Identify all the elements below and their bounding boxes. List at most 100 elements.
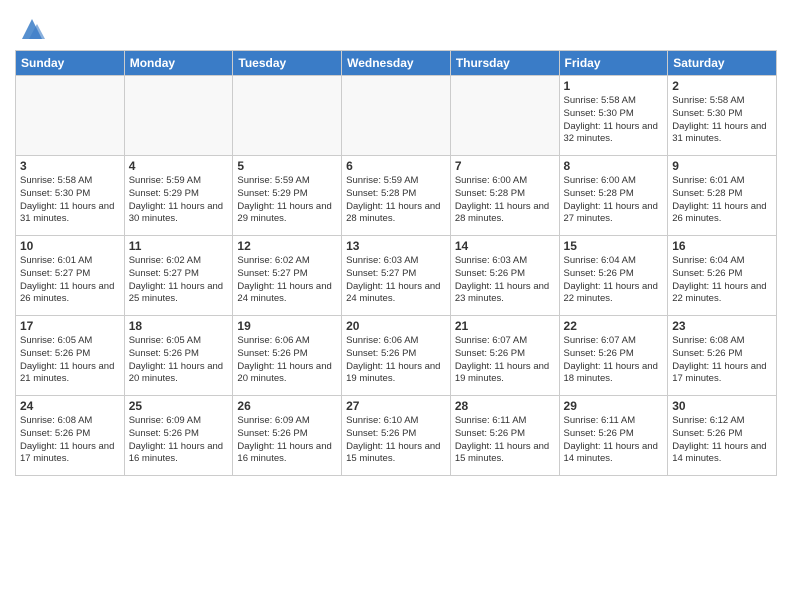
day-info: Sunrise: 6:05 AM Sunset: 5:26 PM Dayligh…	[129, 335, 229, 386]
day-info: Sunrise: 6:11 AM Sunset: 5:26 PM Dayligh…	[564, 415, 664, 466]
day-info: Sunrise: 6:09 AM Sunset: 5:26 PM Dayligh…	[129, 415, 229, 466]
calendar-cell	[16, 76, 125, 156]
calendar-cell: 11 Sunrise: 6:02 AM Sunset: 5:27 PM Dayli…	[124, 236, 233, 316]
day-number: 27	[346, 399, 446, 413]
day-info: Sunrise: 6:06 AM Sunset: 5:26 PM Dayligh…	[346, 335, 446, 386]
day-number: 28	[455, 399, 555, 413]
day-info: Sunrise: 5:59 AM Sunset: 5:29 PM Dayligh…	[129, 175, 229, 226]
day-number: 17	[20, 319, 120, 333]
calendar-cell: 21 Sunrise: 6:07 AM Sunset: 5:26 PM Dayli…	[450, 316, 559, 396]
calendar-cell	[124, 76, 233, 156]
day-info: Sunrise: 6:06 AM Sunset: 5:26 PM Dayligh…	[237, 335, 337, 386]
day-info: Sunrise: 6:08 AM Sunset: 5:26 PM Dayligh…	[672, 335, 772, 386]
calendar-cell: 25 Sunrise: 6:09 AM Sunset: 5:26 PM Dayli…	[124, 396, 233, 476]
calendar-cell: 7 Sunrise: 6:00 AM Sunset: 5:28 PM Daylig…	[450, 156, 559, 236]
calendar-cell: 13 Sunrise: 6:03 AM Sunset: 5:27 PM Dayli…	[342, 236, 451, 316]
calendar-cell: 1 Sunrise: 5:58 AM Sunset: 5:30 PM Daylig…	[559, 76, 668, 156]
calendar-cell: 18 Sunrise: 6:05 AM Sunset: 5:26 PM Dayli…	[124, 316, 233, 396]
day-number: 6	[346, 159, 446, 173]
day-number: 8	[564, 159, 664, 173]
day-number: 9	[672, 159, 772, 173]
calendar-cell: 5 Sunrise: 5:59 AM Sunset: 5:29 PM Daylig…	[233, 156, 342, 236]
calendar-cell: 8 Sunrise: 6:00 AM Sunset: 5:28 PM Daylig…	[559, 156, 668, 236]
day-number: 4	[129, 159, 229, 173]
day-info: Sunrise: 6:02 AM Sunset: 5:27 PM Dayligh…	[237, 255, 337, 306]
calendar-cell: 24 Sunrise: 6:08 AM Sunset: 5:26 PM Dayli…	[16, 396, 125, 476]
day-number: 12	[237, 239, 337, 253]
day-number: 24	[20, 399, 120, 413]
day-info: Sunrise: 6:01 AM Sunset: 5:27 PM Dayligh…	[20, 255, 120, 306]
calendar-cell: 15 Sunrise: 6:04 AM Sunset: 5:26 PM Dayli…	[559, 236, 668, 316]
calendar-cell: 26 Sunrise: 6:09 AM Sunset: 5:26 PM Dayli…	[233, 396, 342, 476]
day-number: 29	[564, 399, 664, 413]
day-number: 21	[455, 319, 555, 333]
day-number: 3	[20, 159, 120, 173]
day-info: Sunrise: 5:59 AM Sunset: 5:28 PM Dayligh…	[346, 175, 446, 226]
day-info: Sunrise: 6:09 AM Sunset: 5:26 PM Dayligh…	[237, 415, 337, 466]
week-row-3: 17 Sunrise: 6:05 AM Sunset: 5:26 PM Dayli…	[16, 316, 777, 396]
weekday-saturday: Saturday	[668, 51, 777, 76]
day-number: 2	[672, 79, 772, 93]
day-number: 25	[129, 399, 229, 413]
day-info: Sunrise: 6:10 AM Sunset: 5:26 PM Dayligh…	[346, 415, 446, 466]
calendar-cell	[233, 76, 342, 156]
day-info: Sunrise: 6:07 AM Sunset: 5:26 PM Dayligh…	[564, 335, 664, 386]
page: SundayMondayTuesdayWednesdayThursdayFrid…	[0, 0, 792, 612]
day-info: Sunrise: 6:00 AM Sunset: 5:28 PM Dayligh…	[455, 175, 555, 226]
weekday-header-row: SundayMondayTuesdayWednesdayThursdayFrid…	[16, 51, 777, 76]
week-row-1: 3 Sunrise: 5:58 AM Sunset: 5:30 PM Daylig…	[16, 156, 777, 236]
weekday-thursday: Thursday	[450, 51, 559, 76]
week-row-4: 24 Sunrise: 6:08 AM Sunset: 5:26 PM Dayli…	[16, 396, 777, 476]
day-info: Sunrise: 5:58 AM Sunset: 5:30 PM Dayligh…	[564, 95, 664, 146]
week-row-2: 10 Sunrise: 6:01 AM Sunset: 5:27 PM Dayli…	[16, 236, 777, 316]
day-number: 23	[672, 319, 772, 333]
day-info: Sunrise: 6:12 AM Sunset: 5:26 PM Dayligh…	[672, 415, 772, 466]
weekday-tuesday: Tuesday	[233, 51, 342, 76]
day-info: Sunrise: 6:03 AM Sunset: 5:26 PM Dayligh…	[455, 255, 555, 306]
weekday-friday: Friday	[559, 51, 668, 76]
day-info: Sunrise: 5:59 AM Sunset: 5:29 PM Dayligh…	[237, 175, 337, 226]
day-info: Sunrise: 6:01 AM Sunset: 5:28 PM Dayligh…	[672, 175, 772, 226]
day-info: Sunrise: 5:58 AM Sunset: 5:30 PM Dayligh…	[672, 95, 772, 146]
calendar-cell: 6 Sunrise: 5:59 AM Sunset: 5:28 PM Daylig…	[342, 156, 451, 236]
day-number: 26	[237, 399, 337, 413]
day-info: Sunrise: 6:08 AM Sunset: 5:26 PM Dayligh…	[20, 415, 120, 466]
day-info: Sunrise: 6:04 AM Sunset: 5:26 PM Dayligh…	[564, 255, 664, 306]
day-info: Sunrise: 6:02 AM Sunset: 5:27 PM Dayligh…	[129, 255, 229, 306]
calendar-cell: 3 Sunrise: 5:58 AM Sunset: 5:30 PM Daylig…	[16, 156, 125, 236]
day-info: Sunrise: 6:07 AM Sunset: 5:26 PM Dayligh…	[455, 335, 555, 386]
weekday-monday: Monday	[124, 51, 233, 76]
day-info: Sunrise: 6:03 AM Sunset: 5:27 PM Dayligh…	[346, 255, 446, 306]
calendar-cell: 29 Sunrise: 6:11 AM Sunset: 5:26 PM Dayli…	[559, 396, 668, 476]
day-number: 5	[237, 159, 337, 173]
calendar-cell: 20 Sunrise: 6:06 AM Sunset: 5:26 PM Dayli…	[342, 316, 451, 396]
day-info: Sunrise: 6:04 AM Sunset: 5:26 PM Dayligh…	[672, 255, 772, 306]
weekday-wednesday: Wednesday	[342, 51, 451, 76]
weekday-sunday: Sunday	[16, 51, 125, 76]
day-number: 18	[129, 319, 229, 333]
day-number: 11	[129, 239, 229, 253]
day-number: 1	[564, 79, 664, 93]
day-number: 13	[346, 239, 446, 253]
day-number: 15	[564, 239, 664, 253]
calendar-cell: 22Sunrise: 6:07 AM Sunset: 5:26 PM Dayli…	[559, 316, 668, 396]
calendar-cell: 17Sunrise: 6:05 AM Sunset: 5:26 PM Dayli…	[16, 316, 125, 396]
calendar-table: SundayMondayTuesdayWednesdayThursdayFrid…	[15, 50, 777, 476]
day-info: Sunrise: 6:00 AM Sunset: 5:28 PM Dayligh…	[564, 175, 664, 226]
day-number: 14	[455, 239, 555, 253]
day-number: 7	[455, 159, 555, 173]
header	[15, 10, 777, 44]
calendar-cell: 16 Sunrise: 6:04 AM Sunset: 5:26 PM Dayli…	[668, 236, 777, 316]
calendar-cell: 19 Sunrise: 6:06 AM Sunset: 5:26 PM Dayli…	[233, 316, 342, 396]
day-info: Sunrise: 5:58 AM Sunset: 5:30 PM Dayligh…	[20, 175, 120, 226]
calendar-cell: 28Sunrise: 6:11 AM Sunset: 5:26 PM Dayli…	[450, 396, 559, 476]
day-number: 10	[20, 239, 120, 253]
logo	[15, 14, 47, 44]
day-number: 19	[237, 319, 337, 333]
calendar-cell	[342, 76, 451, 156]
calendar-cell	[450, 76, 559, 156]
calendar-cell: 9 Sunrise: 6:01 AM Sunset: 5:28 PM Daylig…	[668, 156, 777, 236]
day-number: 20	[346, 319, 446, 333]
day-number: 16	[672, 239, 772, 253]
calendar-cell: 2 Sunrise: 5:58 AM Sunset: 5:30 PM Daylig…	[668, 76, 777, 156]
